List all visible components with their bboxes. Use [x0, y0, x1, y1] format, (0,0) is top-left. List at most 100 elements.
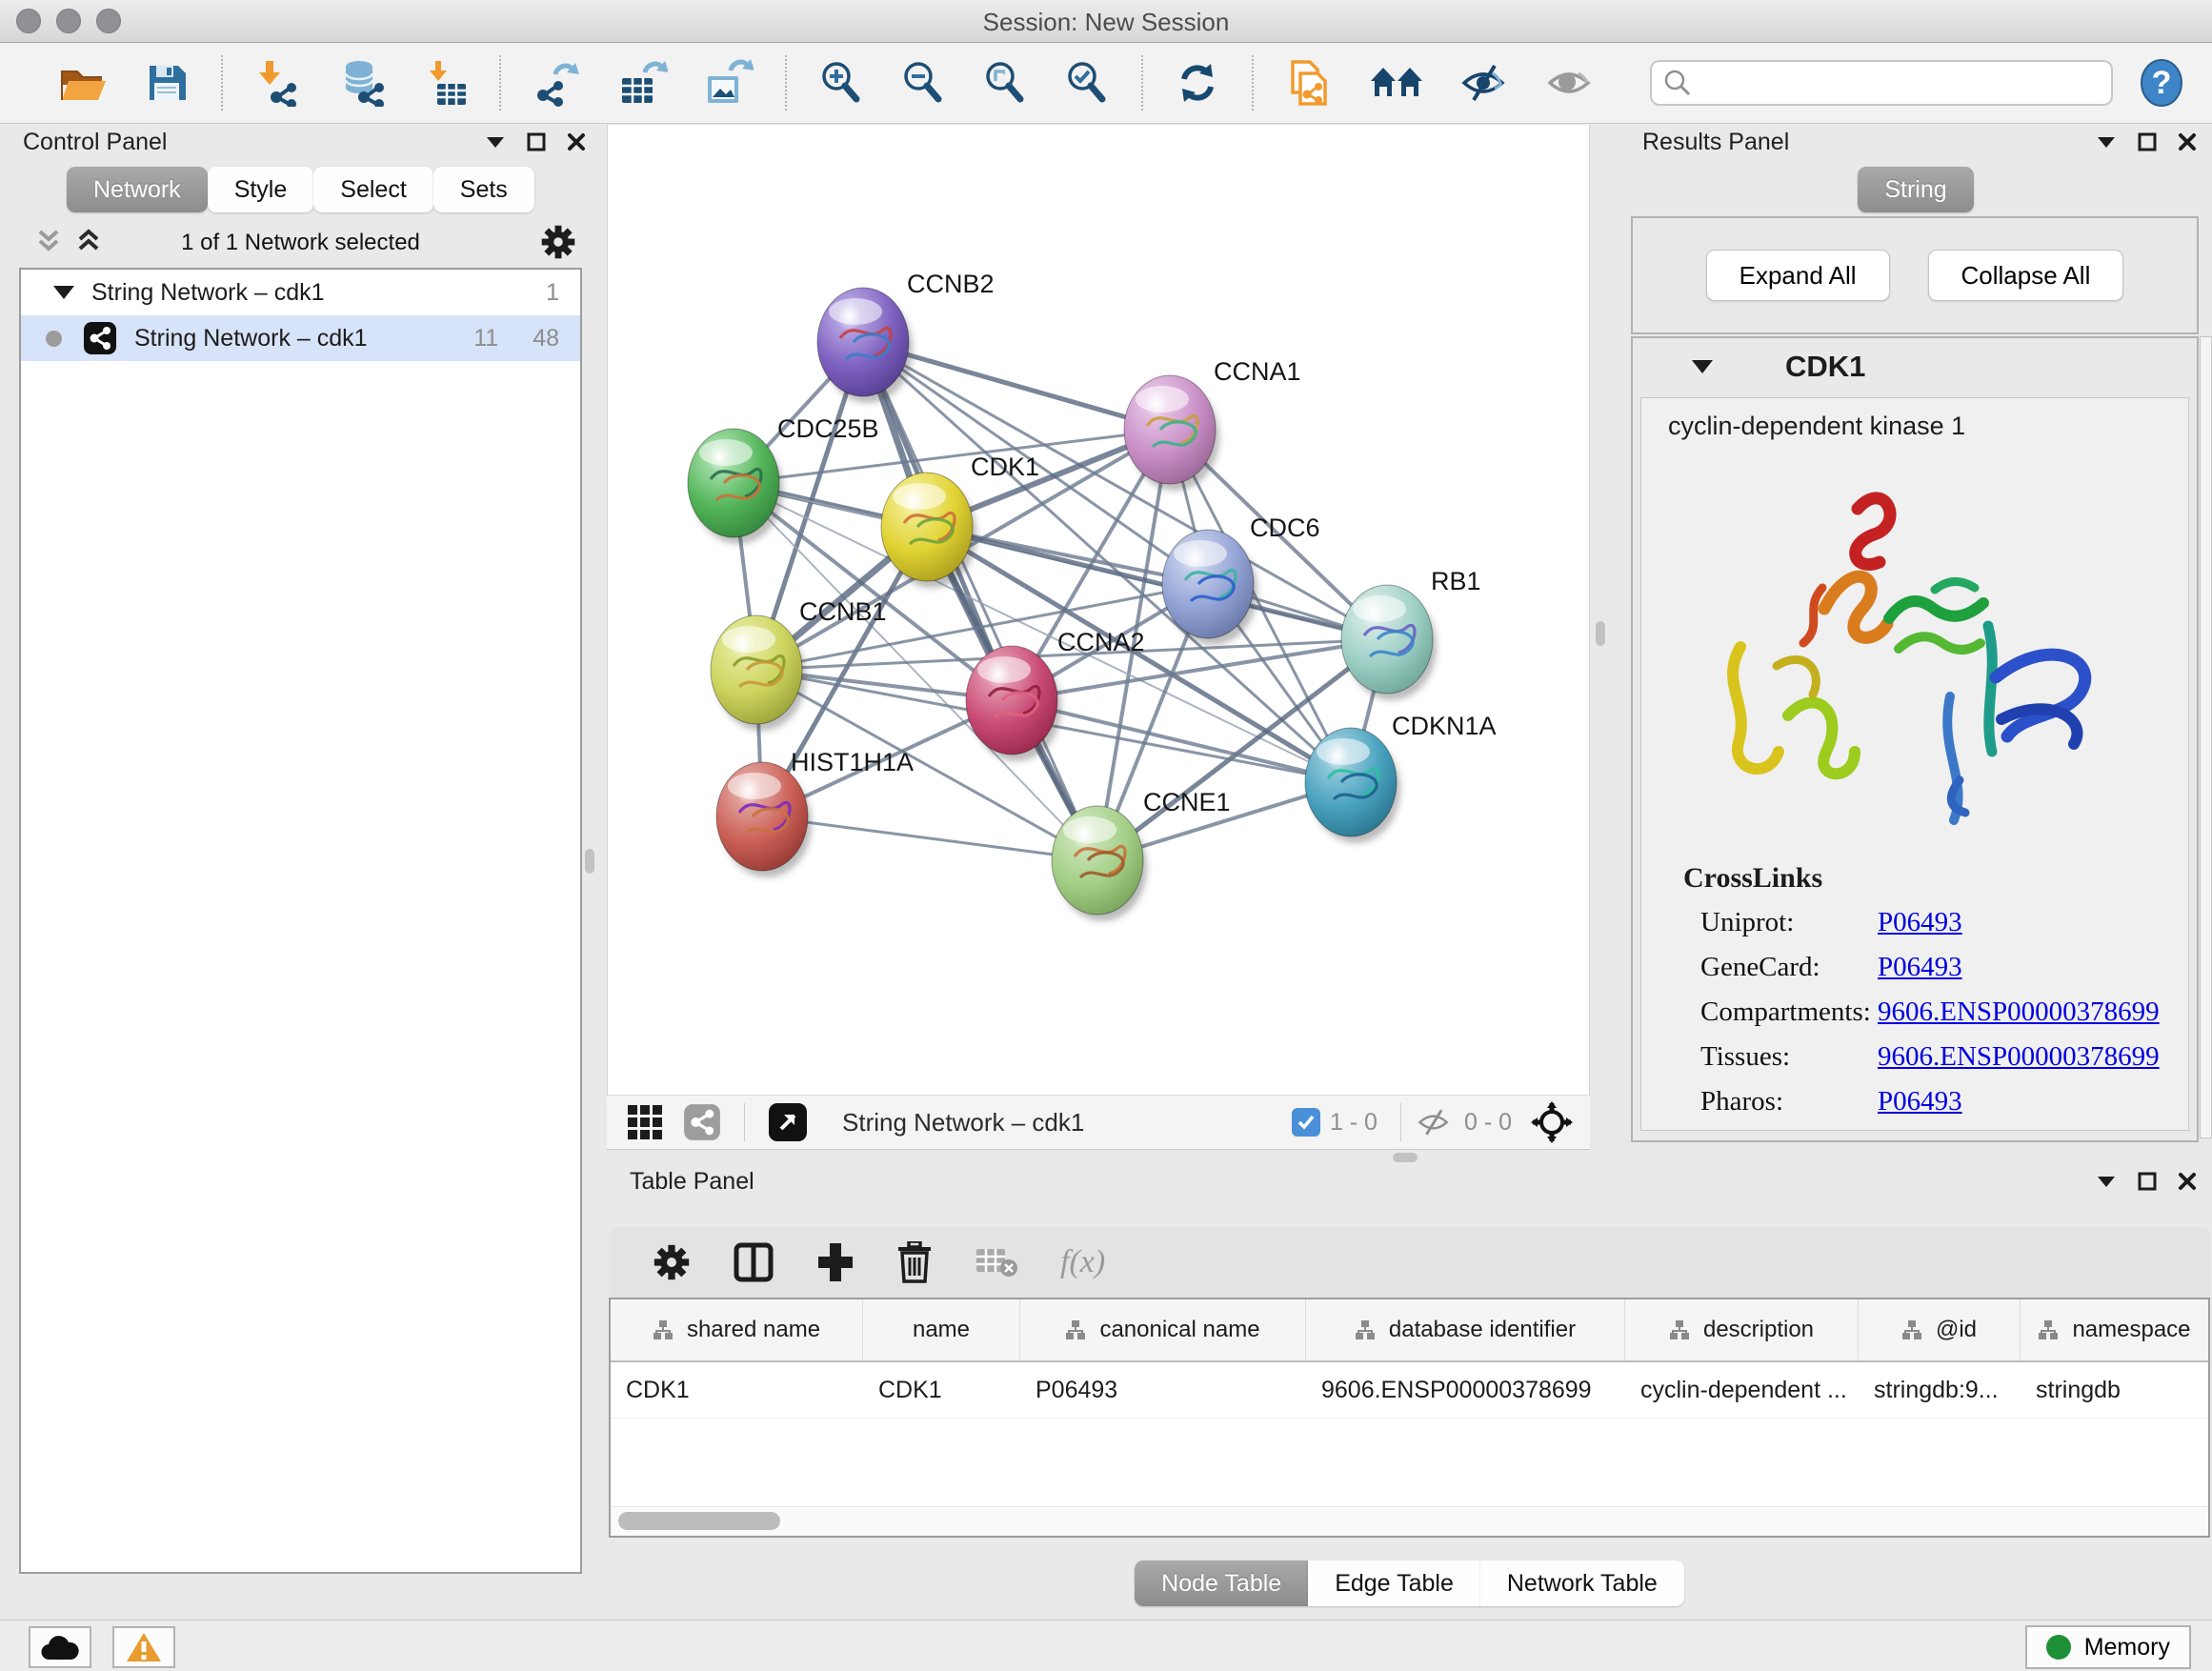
uniprot-link[interactable]: P06493	[1878, 907, 1962, 938]
left-splitter-handle[interactable]	[585, 849, 594, 874]
tissues-link[interactable]: 9606.ENSP00000378699	[1878, 1041, 2160, 1073]
network-node-ccnb2[interactable]: CCNB2	[817, 270, 995, 403]
network-node-ccne1[interactable]: CCNE1	[1052, 788, 1231, 921]
tab-node-table[interactable]: Node Table	[1135, 1560, 1308, 1606]
network-options-button[interactable]	[540, 224, 576, 260]
show-columns-button[interactable]	[733, 1241, 774, 1283]
network-edge[interactable]	[863, 342, 1097, 860]
panel-menu-icon[interactable]	[2096, 135, 2117, 149]
search-input[interactable]	[1699, 69, 2100, 97]
close-panel-icon[interactable]	[2178, 132, 2197, 151]
zoom-out-button[interactable]	[900, 60, 946, 106]
panel-menu-icon[interactable]	[2096, 1175, 2117, 1188]
close-panel-icon[interactable]	[2178, 1172, 2197, 1191]
column-header-description[interactable]: description	[1625, 1299, 1859, 1360]
column-header-canonical-name[interactable]: canonical name	[1020, 1299, 1306, 1360]
collapse-collection-icon[interactable]	[53, 286, 74, 299]
column-header-name[interactable]: name	[863, 1299, 1020, 1360]
float-panel-icon[interactable]	[527, 132, 546, 151]
panel-menu-icon[interactable]	[485, 135, 506, 149]
import-network-database-button[interactable]	[338, 59, 388, 107]
compartments-link[interactable]: 9606.ENSP00000378699	[1878, 997, 2160, 1028]
cell-canonical-name[interactable]: P06493	[1020, 1377, 1306, 1404]
zoom-fit-button[interactable]	[982, 60, 1028, 106]
right-splitter-handle[interactable]	[1596, 621, 1605, 646]
table-hscrollbar[interactable]	[611, 1506, 2208, 1536]
node-details-header[interactable]: CDK1	[1633, 338, 2197, 395]
float-panel-icon[interactable]	[2138, 132, 2157, 151]
import-table-button[interactable]	[424, 59, 468, 107]
help-button[interactable]: ?	[2140, 58, 2183, 108]
apply-style-button[interactable]	[1175, 60, 1220, 106]
memory-button[interactable]: Memory	[2025, 1625, 2191, 1669]
cell-namespace[interactable]: stringdb	[2021, 1377, 2208, 1404]
add-column-button[interactable]	[816, 1241, 855, 1283]
cloud-status-button[interactable]	[29, 1626, 91, 1668]
results-scrollbar[interactable]	[2200, 336, 2212, 1138]
bottom-splitter-handle[interactable]	[1393, 1153, 1418, 1162]
zoom-selected-button[interactable]	[1064, 60, 1110, 106]
network-edge[interactable]	[927, 527, 1387, 639]
column-header-shared-name[interactable]: shared name	[611, 1299, 863, 1360]
network-row[interactable]: String Network – cdk1 1148	[21, 315, 580, 361]
collapse-entry-icon[interactable]	[1692, 360, 1713, 373]
tab-edge-table[interactable]: Edge Table	[1308, 1560, 1480, 1606]
column-header-namespace[interactable]: namespace	[2021, 1299, 2208, 1360]
node-details-body: cyclin-dependent kinase 1	[1640, 397, 2189, 1131]
network-collection-row[interactable]: String Network – cdk1 1	[21, 270, 580, 315]
network-node-cdc25b[interactable]: CDC25B	[688, 414, 879, 544]
export-network-button[interactable]	[533, 59, 582, 107]
tab-style[interactable]: Style	[208, 167, 314, 212]
cell-shared-name[interactable]: CDK1	[611, 1377, 863, 1404]
tab-network-table[interactable]: Network Table	[1480, 1560, 1684, 1606]
network-canvas[interactable]: CCNB2CCNA1CDC25BCDK1CDC6RB1CCNB1CCNA2CDK…	[607, 125, 1590, 1095]
hscrollbar-thumb[interactable]	[618, 1512, 780, 1530]
function-builder-button[interactable]: f(x)	[1060, 1244, 1105, 1280]
pharos-link[interactable]: P06493	[1878, 1086, 1962, 1117]
grid-view-button[interactable]	[626, 1103, 664, 1141]
network-badge-button[interactable]	[683, 1103, 721, 1141]
cell-name[interactable]: CDK1	[863, 1377, 1020, 1404]
network-node-rb1[interactable]: RB1	[1341, 567, 1481, 700]
import-network-file-button[interactable]	[254, 59, 302, 107]
expand-all-button[interactable]: Expand All	[1706, 250, 1890, 301]
tab-sets[interactable]: Sets	[433, 167, 534, 212]
column-header-id[interactable]: @id	[1859, 1299, 2021, 1360]
zoom-in-button[interactable]	[818, 60, 864, 106]
cell-description[interactable]: cyclin-dependent ...	[1625, 1377, 1859, 1404]
selected-nodes-checkbox[interactable]	[1292, 1108, 1320, 1137]
table-options-button[interactable]	[653, 1243, 691, 1281]
delete-column-button[interactable]	[896, 1241, 933, 1283]
clone-network-button[interactable]	[1285, 58, 1333, 108]
fit-content-button[interactable]	[1531, 1101, 1573, 1143]
open-session-button[interactable]	[58, 60, 108, 106]
warnings-button[interactable]	[112, 1626, 175, 1668]
float-panel-icon[interactable]	[2138, 1172, 2157, 1191]
network-node-cdkn1a[interactable]: CDKN1A	[1305, 712, 1497, 843]
genecard-link[interactable]: P06493	[1878, 952, 1962, 983]
network-node-cdc6[interactable]: CDC6	[1162, 513, 1320, 645]
birdseye-toggle-button[interactable]	[768, 1102, 808, 1142]
hide-selected-button[interactable]	[1460, 60, 1510, 106]
export-image-button[interactable]	[704, 59, 754, 107]
tab-string[interactable]: String	[1858, 167, 1973, 212]
tab-select[interactable]: Select	[313, 167, 432, 212]
control-panel-tabs: Network Style Select Sets	[67, 167, 534, 212]
collapse-all-button[interactable]: Collapse All	[1928, 250, 2124, 301]
cell-id[interactable]: stringdb:9...	[1859, 1377, 2021, 1404]
network-edge[interactable]	[762, 816, 1097, 860]
network-graph[interactable]: CCNB2CCNA1CDC25BCDK1CDC6RB1CCNB1CCNA2CDK…	[608, 125, 1589, 1093]
selected-count: 1 - 0	[1330, 1109, 1377, 1137]
close-panel-icon[interactable]	[567, 132, 586, 151]
cell-database-identifier[interactable]: 9606.ENSP00000378699	[1306, 1377, 1625, 1404]
tab-network[interactable]: Network	[67, 167, 208, 212]
show-all-button[interactable]	[1546, 60, 1596, 106]
table-row[interactable]: CDK1 CDK1 P06493 9606.ENSP00000378699 cy…	[611, 1362, 2208, 1419]
network-node-count: 11	[473, 325, 498, 352]
delete-table-button[interactable]	[975, 1245, 1018, 1279]
first-neighbors-button[interactable]	[1369, 60, 1424, 106]
export-table-button[interactable]	[618, 59, 668, 107]
save-session-button[interactable]	[144, 60, 190, 106]
column-header-database-identifier[interactable]: database identifier	[1306, 1299, 1625, 1360]
network-node-hist1h1a[interactable]: HIST1H1A	[716, 748, 914, 877]
